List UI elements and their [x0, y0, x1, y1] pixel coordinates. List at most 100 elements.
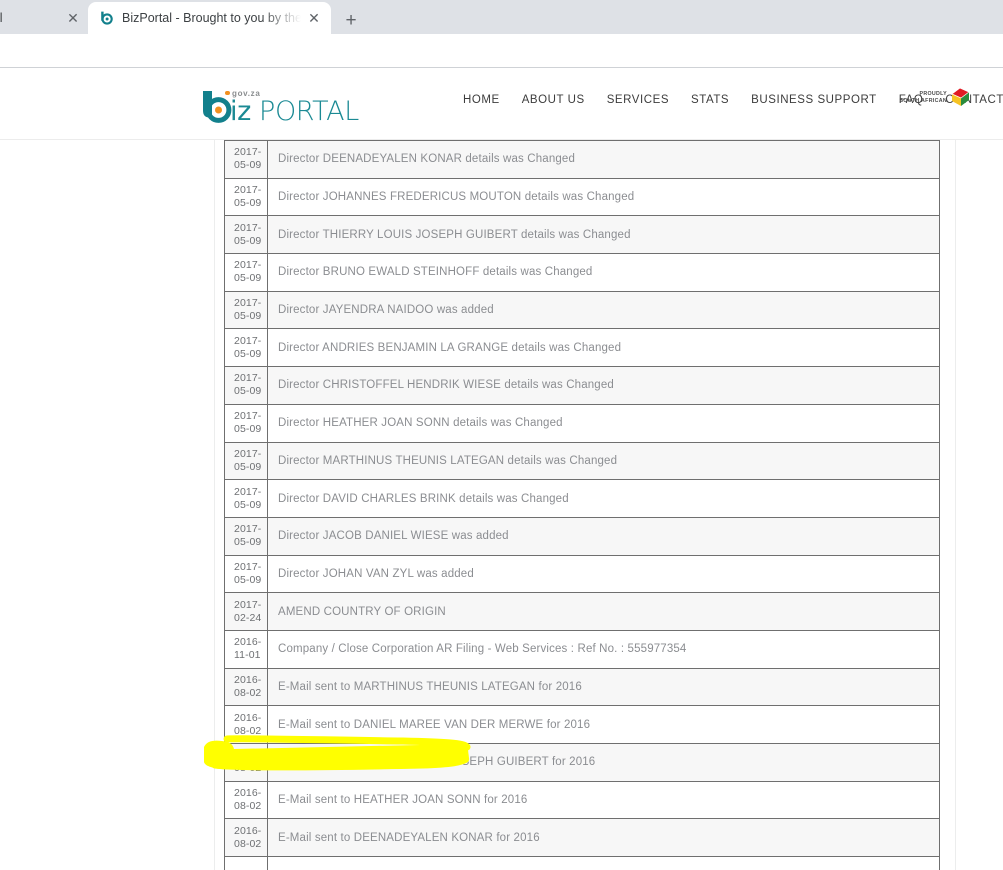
row-date-cell: 2017- 05-09 — [224, 403, 268, 443]
row-date-cell: 2016- 08-02 — [224, 743, 268, 782]
table-row: 2016- 08-02 E-Mail sent to THIERRY LOUIS J… — [224, 743, 940, 782]
row-description-cell: AMEND COUNTRY OF ORIGIN — [267, 592, 940, 631]
page-content: gov.za iz PORTAL HOME ABOUT US SERVICES … — [0, 68, 1003, 870]
table-row: 2016- 08-02 E-Mail sent to DANIEL MAREE VA… — [224, 705, 940, 744]
row-date-line1: 2017- — [234, 372, 262, 385]
row-date-line1: 2017- — [234, 297, 262, 310]
table-row: 2016- 08-02 E-Mail sent to DEENADEYALEN KO… — [224, 818, 940, 858]
psa-line1: PROUDLY — [919, 91, 947, 97]
gov-dot-icon — [225, 90, 230, 95]
nav-item-about-us[interactable]: ABOUT US — [511, 94, 596, 106]
tab-strip: nt Portal ✕ BizPortal - Brought to you b… — [0, 0, 1003, 34]
row-date-line1: 2017- — [234, 523, 262, 536]
browser-tab-inactive[interactable]: nt Portal ✕ — [0, 2, 90, 34]
row-date-cell: 2016- — [224, 856, 268, 870]
content-area: 2017- 05-09 Director DEENADEYALEN KONAR de… — [0, 140, 1003, 870]
row-date-line1: 2017- — [234, 410, 262, 423]
browser-toolbar: bizportal.gov.za/bizprofile.aspx — [0, 34, 1003, 94]
row-date-line2: 02-24 — [234, 611, 262, 624]
row-description-cell: Director THIERRY LOUIS JOSEPH GUIBERT de… — [267, 215, 940, 255]
row-date-line2: 05-09 — [234, 460, 262, 473]
row-date-line1: 2017- — [234, 146, 262, 159]
row-date-cell: 2016- 11-01 — [224, 629, 268, 669]
row-date-cell: 2017- 02-24 — [224, 592, 268, 631]
row-date-line2: 05-09 — [234, 159, 262, 172]
row-date-cell: 2017- 05-09 — [224, 328, 268, 368]
browser-chrome: nt Portal ✕ BizPortal - Brought to you b… — [0, 0, 1003, 94]
company-history-table: 2017- 05-09 Director DEENADEYALEN KONAR de… — [224, 140, 940, 870]
row-date-cell: 2017- 05-09 — [224, 479, 268, 518]
row-date-line1: 2016- — [234, 749, 262, 762]
table-row: 2017- 05-09 Director BRUNO EWALD STEINHOFF… — [224, 253, 940, 292]
row-date-line2: 05-09 — [234, 498, 262, 511]
row-date-cell: 2017- 05-09 — [224, 215, 268, 255]
new-tab-button[interactable]: + — [338, 7, 364, 33]
row-date-line2: 05-09 — [234, 536, 262, 549]
nav-item-home[interactable]: HOME — [452, 94, 511, 106]
row-date-line1: 2017- — [234, 560, 262, 573]
row-date-cell: 2017- 05-09 — [224, 140, 268, 179]
row-description-cell: Director JOHANNES FREDERICUS MOUTON deta… — [267, 177, 940, 217]
row-date-line2: 05-09 — [234, 197, 262, 210]
table-row: 2016- 08-02 E-Mail sent to MARTHINUS THEUN… — [224, 667, 940, 707]
table-row: 2017- 05-09 Director DEENADEYALEN KONAR de… — [224, 140, 940, 179]
table-body: 2017- 05-09 Director DEENADEYALEN KONAR de… — [224, 140, 940, 870]
row-date-cell: 2016- 08-02 — [224, 780, 268, 820]
row-description-cell: Director MARTHINUS THEUNIS LATEGAN detai… — [267, 441, 940, 481]
proudly-south-african-badge: PROUDLY SOUTH AFRICAN — [899, 86, 971, 112]
row-description-cell: Director ANDRIES BENJAMIN LA GRANGE deta… — [267, 328, 940, 368]
nav-item-services[interactable]: SERVICES — [596, 94, 680, 106]
row-date-line1: 2016- — [234, 787, 262, 800]
browser-tab-active[interactable]: BizPortal - Brought to you by the ✕ — [88, 2, 331, 34]
row-description-cell: Director JACOB DANIEL WIESE was added — [267, 516, 940, 556]
row-description-cell: E-Mail sent to DANIEL MAREE VAN DER MERW… — [267, 705, 940, 744]
table-row: 2017- 05-09 Director JOHANNES FREDERICUS M… — [224, 177, 940, 217]
logo-word-portal: PORTAL — [250, 96, 359, 127]
row-date-line2: 05-09 — [234, 234, 262, 247]
row-description-cell: E-Mail sent to MARTHINUS THEUNIS LATEGAN… — [267, 667, 940, 707]
row-date-cell: 2016- 08-02 — [224, 705, 268, 744]
nav-item-business-support[interactable]: BUSINESS SUPPORT — [740, 94, 888, 106]
row-description-cell: E-Mail sent to HEATHER JOAN SONN for 201… — [267, 780, 940, 820]
table-row: 2017- 05-09 Director THIERRY LOUIS JOSEPH … — [224, 215, 940, 255]
table-row: 2016- 08-02 E-Mail sent to HEATHER JOAN SO… — [224, 780, 940, 820]
row-date-line2: 08-02 — [234, 762, 262, 775]
close-icon[interactable]: ✕ — [305, 9, 323, 27]
close-icon[interactable]: ✕ — [64, 9, 82, 27]
table-row-highlighted: 2016- 11-01 Company / Close Corporation AR… — [224, 629, 940, 669]
table-row: 2017- 05-09 Director DAVID CHARLES BRINK d… — [224, 479, 940, 518]
row-description-cell — [267, 856, 940, 870]
south-african-flag-icon — [949, 87, 971, 108]
table-row: 2017- 05-09 Director HEATHER JOAN SONN det… — [224, 403, 940, 443]
row-description-cell: Director DEENADEYALEN KONAR details was … — [267, 140, 940, 179]
row-description-cell: Director HEATHER JOAN SONN details was C… — [267, 403, 940, 443]
row-date-cell: 2017- 05-09 — [224, 441, 268, 481]
table-row: 2017- 05-09 Director JOHAN VAN ZYL was add… — [224, 554, 940, 594]
logo-wordmark-text: iz PORTAL — [230, 96, 359, 127]
bizportal-logo[interactable]: gov.za iz PORTAL — [199, 85, 359, 127]
table-row: 2017- 05-09 Director MARTHINUS THEUNIS LAT… — [224, 441, 940, 481]
row-date-line2: 05-09 — [234, 272, 262, 285]
tab-title: BizPortal - Brought to you by the — [122, 11, 301, 25]
psa-badge-text: PROUDLY SOUTH AFRICAN — [899, 91, 947, 105]
row-date-cell: 2017- 05-09 — [224, 177, 268, 217]
row-description-cell: E-Mail sent to DEENADEYALEN KONAR for 20… — [267, 818, 940, 858]
row-date-line2: 08-02 — [234, 724, 262, 737]
row-date-cell: 2017- 05-09 — [224, 290, 268, 330]
table-scroll-region[interactable]: 2017- 05-09 Director DEENADEYALEN KONAR de… — [0, 140, 1003, 870]
row-description-cell: Director CHRISTOFFEL HENDRIK WIESE detai… — [267, 366, 940, 405]
row-date-line2: 11-01 — [234, 649, 261, 662]
table-row: 2017- 05-09 Director ANDRIES BENJAMIN LA G… — [224, 328, 940, 368]
row-date-line2: 08-02 — [234, 686, 262, 699]
row-date-line2: 08-02 — [234, 800, 262, 813]
row-description-cell: Director JOHAN VAN ZYL was added — [267, 554, 940, 594]
row-description-cell: Director DAVID CHARLES BRINK details was… — [267, 479, 940, 518]
nav-item-stats[interactable]: STATS — [680, 94, 740, 106]
row-date-line1: 2016- — [234, 636, 262, 649]
table-row: 2017- 05-09 Director JACOB DANIEL WIESE wa… — [224, 516, 940, 556]
table-row: 2017- 02-24 AMEND COUNTRY OF ORIGIN — [224, 592, 940, 631]
table-row: 2016- — [224, 856, 940, 870]
row-date-line1: 2016- — [234, 824, 262, 837]
tab-title: nt Portal — [0, 11, 3, 25]
psa-line2: SOUTH AFRICAN — [899, 98, 947, 104]
